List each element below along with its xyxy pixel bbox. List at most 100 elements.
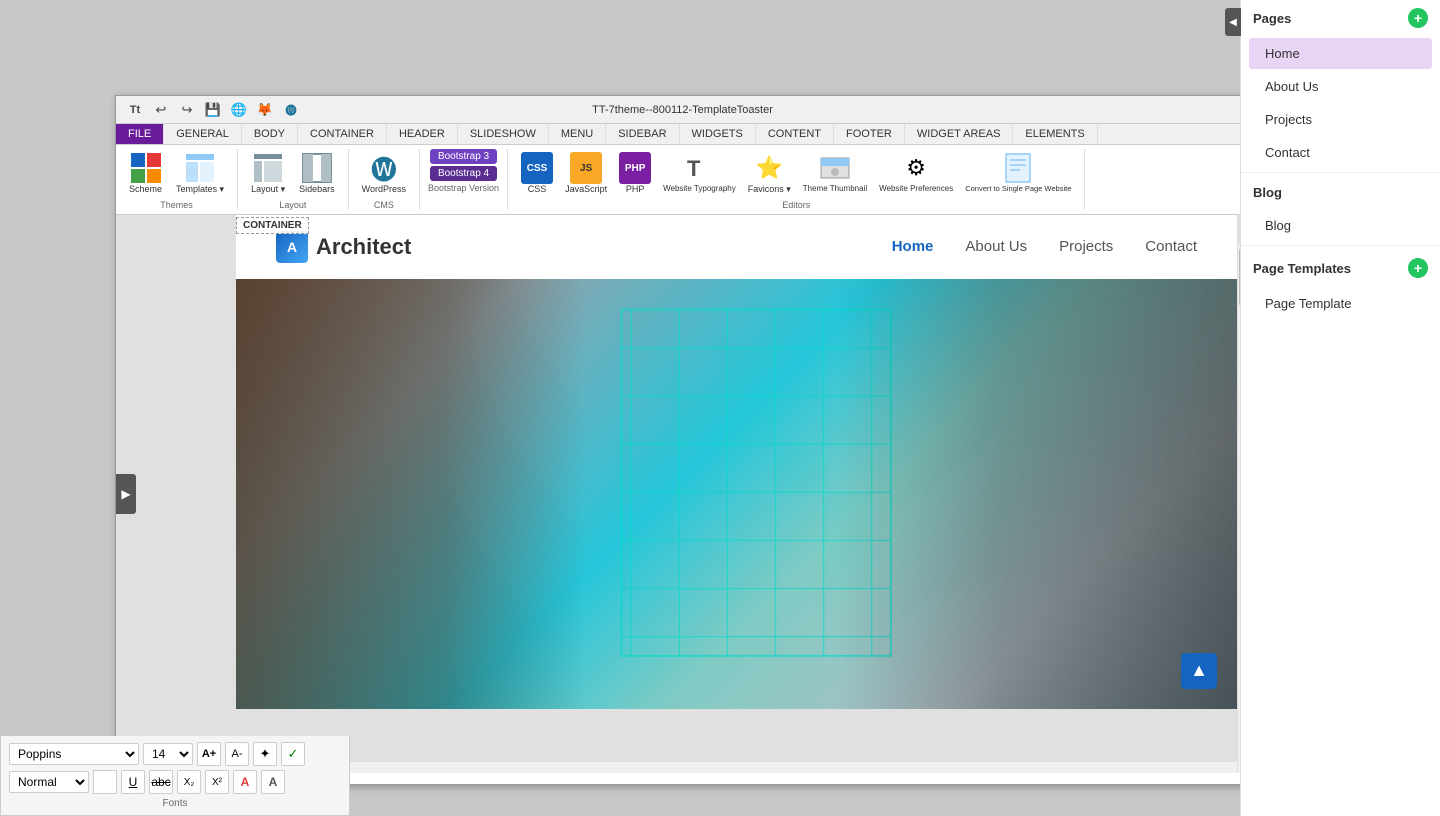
ribbon-group-bootstrap: Bootstrap 3 Bootstrap 4 Bootstrap Versio… — [420, 149, 508, 210]
bootstrap4-button[interactable]: Bootstrap 4 — [430, 166, 497, 181]
undo-button[interactable]: ↩ — [150, 99, 172, 121]
website-preferences-button[interactable]: ⚙ Website Preferences — [874, 149, 958, 197]
strikethrough-button[interactable]: abc — [149, 770, 173, 794]
tab-sidebar[interactable]: SIDEBAR — [606, 124, 679, 144]
paragraph-style-select[interactable]: Normal — [9, 771, 89, 793]
underline-button[interactable]: U — [121, 770, 145, 794]
css-button[interactable]: CSS CSS — [516, 149, 558, 198]
nav-projects[interactable]: Projects — [1059, 238, 1113, 255]
ribbon-group-themes: Scheme Templates ▾ Themes — [116, 149, 238, 210]
tab-menu[interactable]: MENU — [549, 124, 606, 144]
preview-menu: Home About Us Projects Contact — [892, 238, 1197, 255]
templates-button[interactable]: Templates ▾ — [171, 149, 229, 198]
preferences-icon: ⚙ — [900, 152, 932, 184]
preview-logo: A Architect — [276, 231, 411, 263]
divider-1 — [1241, 172, 1440, 173]
font-toolbar: Poppins 14 A+ A- ✦ ✓ Normal U abc X₂ X² … — [0, 736, 350, 816]
toolbar-tt-icon[interactable]: Tt — [124, 99, 146, 121]
page-item-projects[interactable]: Projects — [1249, 104, 1432, 135]
nav-contact[interactable]: Contact — [1145, 238, 1197, 255]
scheme-button[interactable]: Scheme — [124, 149, 167, 198]
javascript-button[interactable]: JS JavaScript — [560, 149, 612, 198]
wordpress-cms-icon: 🅦 — [368, 152, 400, 184]
tab-body[interactable]: BODY — [242, 124, 298, 144]
nav-home[interactable]: Home — [892, 238, 934, 255]
favicons-button[interactable]: ⭐ Favicons ▾ — [743, 149, 796, 198]
fonts-label: Fonts — [9, 798, 341, 809]
blog-label: Blog — [1253, 185, 1282, 200]
templates-icon — [184, 152, 216, 184]
title-bar: Tt ↩ ↪ 💾 🌐 🦊 🅦 TT-7theme--800112-Templat… — [116, 96, 1249, 124]
ribbon-tabs: FILE GENERAL BODY CONTAINER HEADER SLIDE… — [116, 124, 1249, 145]
page-item-blog[interactable]: Blog — [1249, 210, 1432, 241]
tab-container[interactable]: CONTAINER — [298, 124, 387, 144]
main-window: Tt ↩ ↪ 💾 🌐 🦊 🅦 TT-7theme--800112-Templat… — [115, 95, 1250, 785]
font-decrease-button[interactable]: A- — [225, 742, 249, 766]
scheme-label: Scheme — [129, 184, 162, 195]
globe-icon[interactable]: 🌐 — [228, 99, 250, 121]
layout-group-label: Layout — [279, 200, 306, 210]
sidebars-button[interactable]: Sidebars — [294, 149, 340, 198]
tab-widgets[interactable]: WIDGETS — [680, 124, 756, 144]
tab-widget-areas[interactable]: WIDGET AREAS — [905, 124, 1014, 144]
subscript-button[interactable]: X₂ — [177, 770, 201, 794]
themes-group-label: Themes — [160, 200, 193, 210]
css-icon: CSS — [521, 152, 553, 184]
save-button[interactable]: 💾 — [202, 99, 224, 121]
tab-header[interactable]: HEADER — [387, 124, 458, 144]
tab-general[interactable]: GENERAL — [164, 124, 242, 144]
scroll-to-top-button[interactable]: ▲ — [1181, 653, 1217, 689]
svg-text:T: T — [687, 156, 701, 181]
sidebars-label: Sidebars — [299, 184, 335, 195]
blog-section-header: Blog — [1241, 177, 1440, 208]
nav-about[interactable]: About Us — [965, 238, 1027, 255]
add-template-button[interactable]: + — [1408, 258, 1428, 278]
logo-text: Architect — [316, 234, 411, 260]
add-page-button[interactable]: + — [1408, 8, 1428, 28]
typography-button[interactable]: T Website Typography — [658, 149, 741, 197]
font-family-select[interactable]: Poppins — [9, 743, 139, 765]
superscript-button[interactable]: X² — [205, 770, 229, 794]
firefox-icon[interactable]: 🦊 — [254, 99, 276, 121]
wordpress-icon[interactable]: 🅦 — [280, 99, 302, 121]
typography-icon: T — [683, 152, 715, 184]
canvas-area: ▶ CONTAINER A Architect Home About Us Pr… — [116, 215, 1249, 773]
font-check-button[interactable]: ✓ — [281, 742, 305, 766]
ribbon-content: Scheme Templates ▾ Themes — [116, 145, 1249, 215]
font-increase-button[interactable]: A+ — [197, 742, 221, 766]
page-item-contact[interactable]: Contact — [1249, 137, 1432, 168]
tab-footer[interactable]: FOOTER — [834, 124, 905, 144]
tab-content[interactable]: CONTENT — [756, 124, 834, 144]
pages-label: Pages — [1253, 11, 1291, 26]
tab-elements[interactable]: ELEMENTS — [1013, 124, 1097, 144]
font-style-button[interactable]: ✦ — [253, 742, 277, 766]
font-color-button[interactable]: A — [233, 770, 257, 794]
font-highlight-button[interactable]: A — [261, 770, 285, 794]
php-button[interactable]: PHP PHP — [614, 149, 656, 198]
php-icon: PHP — [619, 152, 651, 184]
redo-button[interactable]: ↪ — [176, 99, 198, 121]
title-bar-controls: Tt ↩ ↪ 💾 🌐 🦊 🅦 — [124, 99, 302, 121]
logo-icon: A — [276, 231, 308, 263]
bootstrap3-button[interactable]: Bootstrap 3 — [430, 149, 497, 164]
sidebars-icon — [301, 152, 333, 184]
convert-single-page-button[interactable]: Convert to Single Page Website — [960, 149, 1076, 196]
canvas-collapse-button[interactable]: ▶ — [116, 474, 136, 514]
layout-button[interactable]: Layout ▾ — [246, 149, 290, 198]
wordpress-label: WordPress — [362, 184, 406, 195]
page-item-home[interactable]: Home — [1249, 38, 1432, 69]
page-item-template[interactable]: Page Template — [1249, 288, 1432, 319]
wordpress-cms-button[interactable]: 🅦 WordPress — [357, 149, 411, 198]
ribbon-group-cms: 🅦 WordPress CMS — [349, 149, 420, 210]
tab-file[interactable]: FILE — [116, 124, 164, 144]
page-item-about[interactable]: About Us — [1249, 71, 1432, 102]
bootstrap-group-label: Bootstrap Version — [428, 183, 499, 193]
window-title: TT-7theme--800112-TemplateToaster — [592, 104, 773, 116]
color-swatch-1[interactable] — [93, 770, 117, 794]
tab-slideshow[interactable]: SLIDESHOW — [458, 124, 549, 144]
font-size-select[interactable]: 14 — [143, 743, 193, 765]
panel-toggle-button[interactable]: ◀ — [1225, 8, 1241, 36]
theme-thumbnail-button[interactable]: Theme Thumbnail — [798, 149, 872, 197]
page-templates-label: Page Templates — [1253, 261, 1351, 276]
horizontal-scrollbar[interactable] — [236, 761, 1237, 773]
